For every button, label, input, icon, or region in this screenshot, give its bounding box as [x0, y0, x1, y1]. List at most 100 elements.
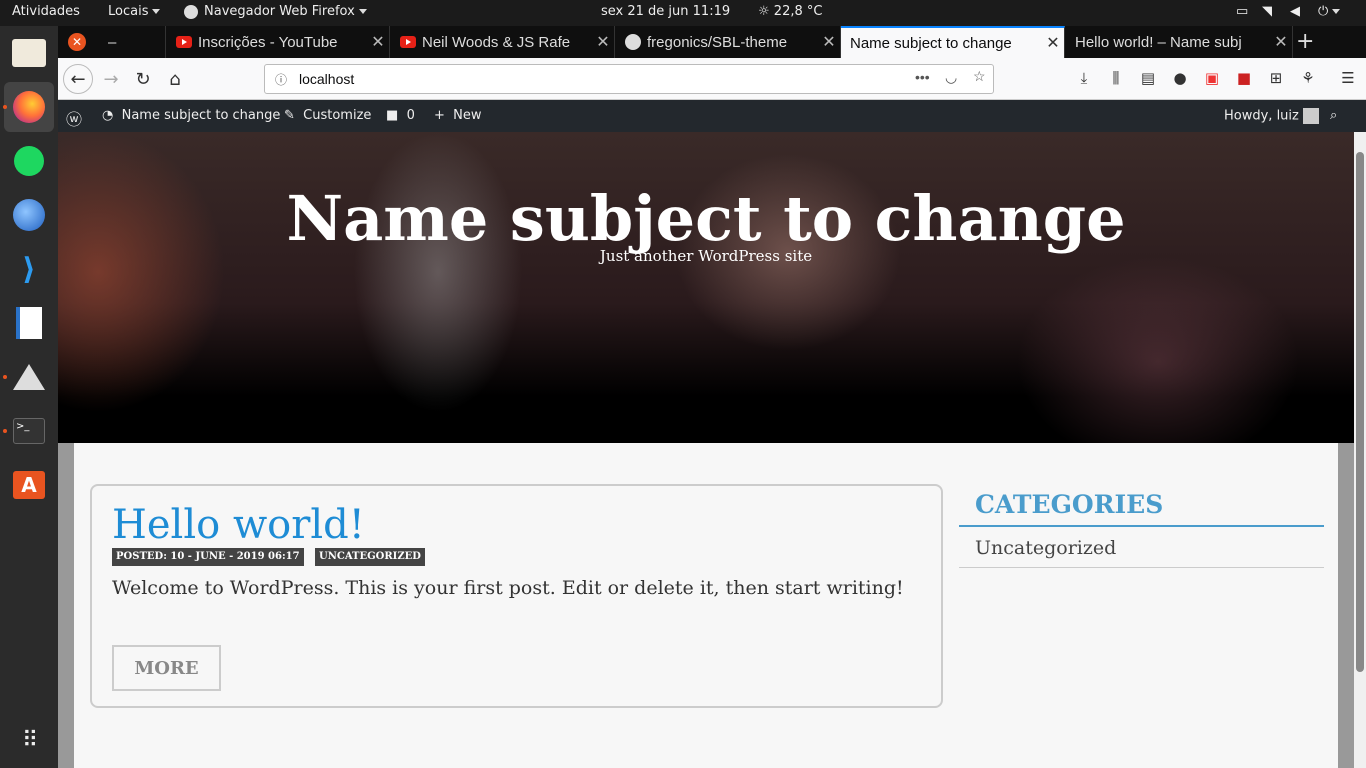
post-category-badge[interactable]: UNCATEGORIZED [315, 548, 425, 566]
firefox-icon[interactable] [4, 82, 54, 132]
volume-icon[interactable]: ◀ [1290, 4, 1300, 19]
places-label: Locais [108, 4, 149, 19]
category-link[interactable]: Uncategorized [959, 527, 1324, 568]
wp-customize[interactable]: ✎ Customize [284, 108, 371, 123]
dashboard-icon: ◔ [102, 108, 114, 123]
extension-icon[interactable]: ■ [1234, 69, 1254, 89]
wordpress-logo-icon[interactable]: ⓦ [66, 106, 82, 130]
plus-icon: + [434, 108, 445, 123]
info-icon[interactable]: ⓘ [275, 71, 287, 88]
wifi-icon[interactable]: ◥ [1262, 4, 1272, 19]
back-button[interactable]: ← [63, 64, 93, 94]
new-tab-button[interactable]: + [1296, 29, 1314, 54]
screen-icon[interactable]: ▭ [1236, 4, 1248, 19]
wp-customize-label: Customize [303, 108, 372, 123]
close-icon[interactable]: ✕ [592, 32, 614, 52]
vscode-icon[interactable]: ⟩ [4, 244, 54, 294]
wp-admin-bar: ⓦ ◔ Name subject to change ✎ Customize ■… [58, 100, 1366, 132]
categories-heading: CATEGORIES [959, 484, 1324, 527]
sidebar: CATEGORIES Uncategorized [959, 484, 1324, 568]
page-scrollbar[interactable] [1354, 132, 1366, 768]
close-window-icon[interactable]: ✕ [68, 33, 86, 51]
site-description: Just another WordPress site [599, 247, 813, 265]
running-indicator [3, 375, 7, 379]
tab-hello-world[interactable]: Hello world! – Name subj ✕ [1065, 26, 1293, 58]
app-grid-icon[interactable]: ⠿ [4, 716, 54, 766]
close-icon[interactable]: ✕ [1042, 33, 1064, 53]
site-title[interactable]: Name subject to change [58, 182, 1354, 255]
chevron-down-icon [358, 9, 367, 14]
wp-comments-count: 0 [406, 108, 415, 123]
tab-label: Hello world! – Name subj [1075, 33, 1242, 51]
tab-0[interactable]: – [96, 26, 166, 58]
power-icon[interactable]: ⏻ [1318, 4, 1341, 19]
wp-site-name[interactable]: ◔ Name subject to change [102, 108, 280, 123]
close-icon[interactable]: ✕ [818, 32, 840, 52]
writer-icon[interactable] [4, 298, 54, 348]
avatar [1303, 108, 1319, 124]
dock: ⟩ >_ A ⠿ [0, 26, 58, 768]
wp-site-name-label: Name subject to change [121, 108, 281, 123]
library-icon[interactable]: ⫼ [1106, 69, 1126, 89]
search-icon[interactable]: ⌕ [1330, 108, 1337, 123]
terminal-icon[interactable]: >_ [4, 406, 54, 456]
tab-label: fregonics/SBL-theme [647, 33, 788, 51]
tab-neil-woods[interactable]: Neil Woods & JS Rafe ✕ [390, 26, 615, 58]
downloads-icon[interactable]: ⤓ [1074, 69, 1094, 89]
activities-button[interactable]: Atividades [12, 4, 80, 19]
inkscape-icon[interactable] [4, 352, 54, 402]
bookmark-star-icon[interactable]: ☆ [973, 68, 986, 85]
sun-icon: ☼ [758, 4, 770, 19]
more-button[interactable]: MORE [112, 645, 221, 691]
reload-button[interactable]: ↻ [128, 64, 158, 94]
system-top-bar: Atividades Locais Navegador Web Firefox … [0, 0, 1366, 26]
tab-youtube[interactable]: Inscrições - YouTube ✕ [166, 26, 390, 58]
wp-howdy[interactable]: Howdy, luiz [1224, 108, 1319, 124]
tab-bar: ✕ – Inscrições - YouTube ✕ Neil Woods & J… [58, 26, 1366, 58]
wp-comments[interactable]: ■ 0 [386, 108, 415, 123]
software-icon[interactable]: A [4, 460, 54, 510]
content-area: Hello world! POSTED: 10 - JUNE - 2019 06… [74, 443, 1338, 768]
page-actions-icon[interactable]: ••• [915, 69, 930, 85]
files-icon[interactable] [4, 28, 54, 78]
post-card: Hello world! POSTED: 10 - JUNE - 2019 06… [90, 484, 943, 708]
url-bar[interactable]: ⓘ localhost ••• ◡ ☆ [264, 64, 994, 94]
post-excerpt: Welcome to WordPress. This is your first… [112, 577, 904, 599]
running-indicator [3, 429, 7, 433]
extension-icon[interactable]: ⊞ [1266, 69, 1286, 89]
places-menu[interactable]: Locais [108, 4, 161, 19]
running-indicator [3, 105, 7, 109]
weather-label: 22,8 °C [773, 4, 823, 19]
weather[interactable]: ☼ 22,8 °C [758, 4, 822, 19]
youtube-icon [400, 36, 416, 48]
scroll-thumb[interactable] [1356, 152, 1364, 672]
close-icon[interactable]: ✕ [367, 32, 389, 52]
spotify-icon[interactable] [4, 136, 54, 186]
app-menu[interactable]: Navegador Web Firefox [184, 4, 367, 19]
tab-github[interactable]: fregonics/SBL-theme ✕ [615, 26, 841, 58]
tab-label: Inscrições - YouTube [198, 33, 338, 51]
close-icon[interactable]: ✕ [1270, 32, 1292, 52]
tab-label: Neil Woods & JS Rafe [422, 33, 571, 51]
clock[interactable]: sex 21 de jun 11:19 [601, 4, 730, 19]
extension-icon[interactable]: ▣ [1202, 69, 1222, 89]
firefox-small-icon [184, 4, 198, 19]
wp-new[interactable]: + New [434, 108, 482, 123]
post-date-badge: POSTED: 10 - JUNE - 2019 06:17 [112, 548, 304, 566]
sidebar-icon[interactable]: ▤ [1138, 69, 1158, 89]
navigation-bar: ← → ↻ ⌂ ⓘ localhost ••• ◡ ☆ ⤓ ⫼ ▤ ● ▣ ■ … [58, 58, 1366, 100]
forward-button[interactable]: → [96, 64, 126, 94]
account-icon[interactable]: ● [1170, 69, 1190, 89]
tab-active-name-subject[interactable]: Name subject to change ✕ [841, 26, 1065, 58]
wp-new-label: New [453, 108, 482, 123]
extension-icon[interactable]: ⚘ [1298, 69, 1318, 89]
post-title[interactable]: Hello world! [112, 502, 365, 548]
home-button[interactable]: ⌂ [160, 64, 190, 94]
wp-howdy-label: Howdy, luiz [1224, 108, 1299, 124]
comment-icon: ■ [386, 108, 399, 123]
thunderbird-icon[interactable] [4, 190, 54, 240]
pocket-icon[interactable]: ◡ [945, 69, 957, 86]
chevron-down-icon [152, 9, 161, 14]
hamburger-menu-icon[interactable]: ☰ [1338, 69, 1358, 89]
page-viewport: Name subject to change Just another Word… [58, 132, 1354, 768]
